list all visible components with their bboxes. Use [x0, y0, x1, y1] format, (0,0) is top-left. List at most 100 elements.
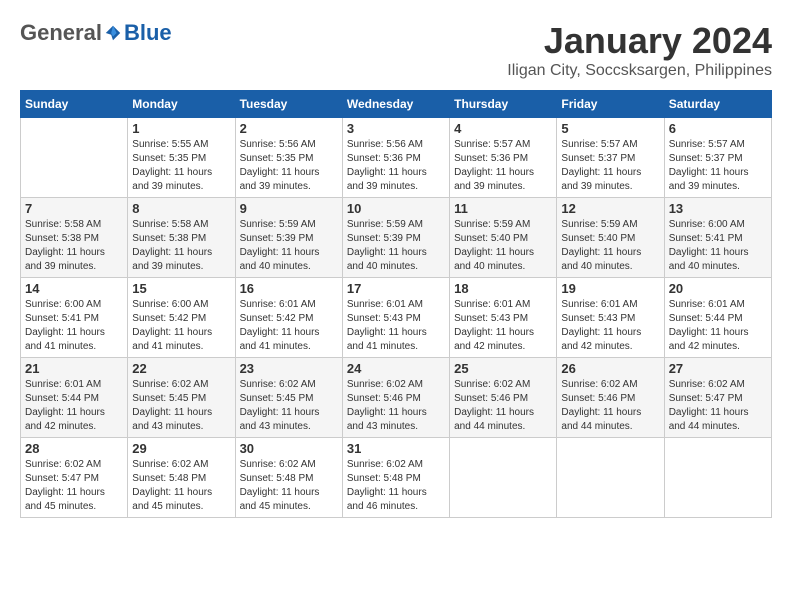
calendar-header-row: SundayMondayTuesdayWednesdayThursdayFrid… — [21, 91, 772, 118]
calendar-day-cell: 23 Sunrise: 6:02 AMSunset: 5:45 PMDayligh… — [235, 358, 342, 438]
calendar-day-cell: 13 Sunrise: 6:00 AMSunset: 5:41 PMDayligh… — [664, 198, 771, 278]
month-title: January 2024 — [507, 20, 772, 62]
day-info: Sunrise: 6:01 AMSunset: 5:43 PMDaylight:… — [454, 298, 552, 354]
calendar-day-cell: 17Sunrise: 6:01 AMSunset: 5:43 PMDayligh… — [342, 278, 449, 358]
calendar-day-cell: 5Sunrise: 5:57 AMSunset: 5:37 PMDaylight… — [557, 118, 664, 198]
calendar-day-cell: 20Sunrise: 6:01 AMSunset: 5:44 PMDayligh… — [664, 278, 771, 358]
calendar-day-cell: 15 Sunrise: 6:00 AMSunset: 5:42 PMDayligh… — [128, 278, 235, 358]
day-info: Sunrise: 6:01 AMSunset: 5:44 PMDaylight:… — [669, 298, 767, 354]
logo-blue-text: Blue — [124, 20, 172, 46]
day-number: 23 — [240, 361, 338, 376]
day-number: 27 — [669, 361, 767, 376]
calendar-empty-cell — [450, 438, 557, 518]
calendar-day-cell: 9 Sunrise: 5:59 AMSunset: 5:39 PMDaylight… — [235, 198, 342, 278]
logo: General Blue — [20, 20, 172, 46]
location-subtitle: Iligan City, Soccsksargen, Philippines — [507, 62, 772, 80]
calendar-day-cell: 2 Sunrise: 5:56 AMSunset: 5:35 PMDaylight… — [235, 118, 342, 198]
calendar-week-row: 1Sunrise: 5:55 AMSunset: 5:35 PMDaylight… — [21, 118, 772, 198]
weekday-header-saturday: Saturday — [664, 91, 771, 118]
calendar-empty-cell — [21, 118, 128, 198]
calendar-day-cell: 18 Sunrise: 6:01 AMSunset: 5:43 PMDayligh… — [450, 278, 557, 358]
title-block: January 2024 Iligan City, Soccsksargen, … — [507, 20, 772, 80]
day-number: 19 — [561, 281, 659, 296]
calendar-day-cell: 27Sunrise: 6:02 AMSunset: 5:47 PMDayligh… — [664, 358, 771, 438]
calendar-day-cell: 24Sunrise: 6:02 AMSunset: 5:46 PMDayligh… — [342, 358, 449, 438]
day-info: Sunrise: 6:01 AMSunset: 5:42 PMDaylight:… — [240, 298, 338, 354]
calendar-empty-cell — [664, 438, 771, 518]
calendar-day-cell: 29 Sunrise: 6:02 AMSunset: 5:48 PMDayligh… — [128, 438, 235, 518]
day-info: Sunrise: 6:00 AMSunset: 5:42 PMDaylight:… — [132, 298, 230, 354]
day-info: Sunrise: 6:02 AMSunset: 5:45 PMDaylight:… — [132, 378, 230, 434]
calendar-day-cell: 3Sunrise: 5:56 AMSunset: 5:36 PMDaylight… — [342, 118, 449, 198]
day-number: 9 — [240, 201, 338, 216]
day-number: 12 — [561, 201, 659, 216]
calendar-day-cell: 1Sunrise: 5:55 AMSunset: 5:35 PMDaylight… — [128, 118, 235, 198]
day-number: 16 — [240, 281, 338, 296]
day-info: Sunrise: 5:58 AMSunset: 5:38 PMDaylight:… — [132, 218, 230, 274]
day-info: Sunrise: 6:01 AMSunset: 5:43 PMDaylight:… — [561, 298, 659, 354]
day-info: Sunrise: 6:02 AMSunset: 5:48 PMDaylight:… — [132, 458, 230, 514]
day-info: Sunrise: 6:00 AMSunset: 5:41 PMDaylight:… — [25, 298, 123, 354]
day-number: 22 — [132, 361, 230, 376]
day-info: Sunrise: 5:58 AMSunset: 5:38 PMDaylight:… — [25, 218, 123, 274]
calendar-day-cell: 19 Sunrise: 6:01 AMSunset: 5:43 PMDayligh… — [557, 278, 664, 358]
calendar-day-cell: 6Sunrise: 5:57 AMSunset: 5:37 PMDaylight… — [664, 118, 771, 198]
day-number: 13 — [669, 201, 767, 216]
day-number: 2 — [240, 121, 338, 136]
day-number: 17 — [347, 281, 445, 296]
day-number: 31 — [347, 441, 445, 456]
day-info: Sunrise: 6:02 AMSunset: 5:46 PMDaylight:… — [454, 378, 552, 434]
day-number: 4 — [454, 121, 552, 136]
day-info: Sunrise: 6:02 AMSunset: 5:48 PMDaylight:… — [240, 458, 338, 514]
day-info: Sunrise: 6:01 AMSunset: 5:44 PMDaylight:… — [25, 378, 123, 434]
calendar-day-cell: 10Sunrise: 5:59 AMSunset: 5:39 PMDayligh… — [342, 198, 449, 278]
day-info: Sunrise: 6:02 AMSunset: 5:46 PMDaylight:… — [561, 378, 659, 434]
calendar-week-row: 21 Sunrise: 6:01 AMSunset: 5:44 PMDayligh… — [21, 358, 772, 438]
calendar-day-cell: 22 Sunrise: 6:02 AMSunset: 5:45 PMDayligh… — [128, 358, 235, 438]
day-info: Sunrise: 6:02 AMSunset: 5:47 PMDaylight:… — [25, 458, 123, 514]
day-info: Sunrise: 5:56 AMSunset: 5:35 PMDaylight:… — [240, 138, 338, 194]
day-info: Sunrise: 6:02 AMSunset: 5:48 PMDaylight:… — [347, 458, 445, 514]
calendar-day-cell: 14 Sunrise: 6:00 AMSunset: 5:41 PMDayligh… — [21, 278, 128, 358]
day-number: 14 — [25, 281, 123, 296]
day-number: 29 — [132, 441, 230, 456]
weekday-header-tuesday: Tuesday — [235, 91, 342, 118]
calendar-day-cell: 8 Sunrise: 5:58 AMSunset: 5:38 PMDaylight… — [128, 198, 235, 278]
calendar-day-cell: 30Sunrise: 6:02 AMSunset: 5:48 PMDayligh… — [235, 438, 342, 518]
day-number: 21 — [25, 361, 123, 376]
calendar-day-cell: 4Sunrise: 5:57 AMSunset: 5:36 PMDaylight… — [450, 118, 557, 198]
day-number: 15 — [132, 281, 230, 296]
calendar-day-cell: 16 Sunrise: 6:01 AMSunset: 5:42 PMDayligh… — [235, 278, 342, 358]
weekday-header-sunday: Sunday — [21, 91, 128, 118]
weekday-header-monday: Monday — [128, 91, 235, 118]
day-number: 8 — [132, 201, 230, 216]
day-info: Sunrise: 6:00 AMSunset: 5:41 PMDaylight:… — [669, 218, 767, 274]
day-info: Sunrise: 5:59 AMSunset: 5:39 PMDaylight:… — [240, 218, 338, 274]
calendar-day-cell: 31 Sunrise: 6:02 AMSunset: 5:48 PMDayligh… — [342, 438, 449, 518]
calendar-day-cell: 11 Sunrise: 5:59 AMSunset: 5:40 PMDayligh… — [450, 198, 557, 278]
calendar-day-cell: 7 Sunrise: 5:58 AMSunset: 5:38 PMDaylight… — [21, 198, 128, 278]
day-number: 1 — [132, 121, 230, 136]
calendar-week-row: 14 Sunrise: 6:00 AMSunset: 5:41 PMDayligh… — [21, 278, 772, 358]
calendar-day-cell: 26Sunrise: 6:02 AMSunset: 5:46 PMDayligh… — [557, 358, 664, 438]
calendar-week-row: 7 Sunrise: 5:58 AMSunset: 5:38 PMDaylight… — [21, 198, 772, 278]
logo-general-text: General — [20, 20, 102, 46]
logo-icon — [104, 24, 122, 42]
weekday-header-friday: Friday — [557, 91, 664, 118]
day-info: Sunrise: 6:02 AMSunset: 5:45 PMDaylight:… — [240, 378, 338, 434]
day-number: 11 — [454, 201, 552, 216]
day-info: Sunrise: 5:59 AMSunset: 5:40 PMDaylight:… — [454, 218, 552, 274]
calendar-day-cell: 25Sunrise: 6:02 AMSunset: 5:46 PMDayligh… — [450, 358, 557, 438]
day-number: 18 — [454, 281, 552, 296]
calendar-table: SundayMondayTuesdayWednesdayThursdayFrid… — [20, 90, 772, 518]
day-number: 7 — [25, 201, 123, 216]
day-number: 5 — [561, 121, 659, 136]
day-info: Sunrise: 6:02 AMSunset: 5:46 PMDaylight:… — [347, 378, 445, 434]
calendar-empty-cell — [557, 438, 664, 518]
day-info: Sunrise: 5:56 AMSunset: 5:36 PMDaylight:… — [347, 138, 445, 194]
day-info: Sunrise: 5:57 AMSunset: 5:37 PMDaylight:… — [669, 138, 767, 194]
day-info: Sunrise: 5:59 AMSunset: 5:39 PMDaylight:… — [347, 218, 445, 274]
calendar-week-row: 28Sunrise: 6:02 AMSunset: 5:47 PMDayligh… — [21, 438, 772, 518]
calendar-day-cell: 12Sunrise: 5:59 AMSunset: 5:40 PMDayligh… — [557, 198, 664, 278]
calendar-day-cell: 21 Sunrise: 6:01 AMSunset: 5:44 PMDayligh… — [21, 358, 128, 438]
